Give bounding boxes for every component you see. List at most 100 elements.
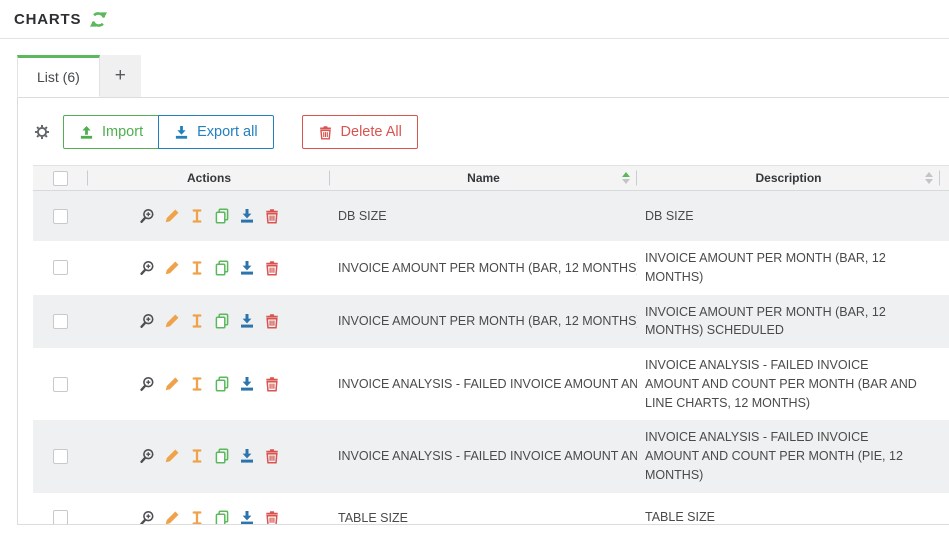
table-row: INVOICE ANALYSIS - FAILED INVOICE AMOUNT… bbox=[33, 348, 949, 420]
edit-pencil-icon[interactable] bbox=[164, 448, 180, 464]
duplicate-copy-icon[interactable] bbox=[214, 510, 230, 526]
chart-description: INVOICE AMOUNT PER MONTH (BAR, 12 MONTHS… bbox=[637, 241, 940, 295]
row-checkbox[interactable] bbox=[53, 377, 68, 392]
preview-search-plus-icon[interactable] bbox=[139, 376, 155, 392]
upload-icon bbox=[79, 125, 94, 140]
rename-ibeam-icon[interactable] bbox=[189, 510, 205, 526]
import-export-button-group: Import Export all bbox=[63, 115, 274, 149]
chart-name: INVOICE ANALYSIS - FAILED INVOICE AMOUNT… bbox=[330, 359, 637, 409]
download-icon[interactable] bbox=[239, 260, 255, 276]
column-header-extra bbox=[940, 166, 949, 190]
row-checkbox[interactable] bbox=[53, 260, 68, 275]
tab-bar: List (6) + bbox=[17, 55, 949, 97]
edit-pencil-icon[interactable] bbox=[164, 313, 180, 329]
delete-trash-icon[interactable] bbox=[264, 260, 280, 276]
chart-description: INVOICE ANALYSIS - FAILED INVOICE AMOUNT… bbox=[637, 348, 940, 420]
row-actions bbox=[88, 243, 330, 293]
page-header: CHARTS bbox=[0, 0, 949, 39]
delete-all-button-label: Delete All bbox=[341, 124, 402, 140]
import-button[interactable]: Import bbox=[63, 115, 159, 149]
duplicate-copy-icon[interactable] bbox=[214, 260, 230, 276]
column-header-name[interactable]: Name bbox=[330, 166, 637, 190]
select-all-checkbox[interactable] bbox=[53, 171, 68, 186]
download-icon[interactable] bbox=[239, 376, 255, 392]
rename-ibeam-icon[interactable] bbox=[189, 313, 205, 329]
delete-trash-icon[interactable] bbox=[264, 448, 280, 464]
caret-down-icon bbox=[925, 179, 933, 184]
preview-search-plus-icon[interactable] bbox=[139, 448, 155, 464]
column-header-description[interactable]: Description bbox=[637, 166, 940, 190]
delete-trash-icon[interactable] bbox=[264, 313, 280, 329]
edit-pencil-icon[interactable] bbox=[164, 260, 180, 276]
table-header-row: Actions Name Description bbox=[33, 165, 949, 191]
page-title: CHARTS bbox=[14, 11, 81, 28]
table-row: INVOICE ANALYSIS - FAILED INVOICE AMOUNT… bbox=[33, 420, 949, 492]
download-icon[interactable] bbox=[239, 448, 255, 464]
charts-table: Actions Name Description bbox=[33, 165, 949, 525]
refresh-icon[interactable] bbox=[90, 11, 107, 28]
edit-pencil-icon[interactable] bbox=[164, 510, 180, 526]
chart-name: INVOICE ANALYSIS - FAILED INVOICE AMOUNT… bbox=[330, 431, 637, 481]
delete-trash-icon[interactable] bbox=[264, 510, 280, 526]
rename-ibeam-icon[interactable] bbox=[189, 448, 205, 464]
edit-pencil-icon[interactable] bbox=[164, 376, 180, 392]
rename-ibeam-icon[interactable] bbox=[189, 208, 205, 224]
caret-down-icon bbox=[622, 179, 630, 184]
chart-name: DB SIZE bbox=[330, 191, 637, 241]
table-row: DB SIZE DB SIZE bbox=[33, 191, 949, 241]
trash-icon bbox=[318, 125, 333, 140]
row-actions bbox=[88, 296, 330, 346]
preview-search-plus-icon[interactable] bbox=[139, 510, 155, 526]
rename-ibeam-icon[interactable] bbox=[189, 260, 205, 276]
plus-icon: + bbox=[115, 65, 126, 87]
download-icon[interactable] bbox=[239, 510, 255, 526]
chart-name: TABLE SIZE bbox=[330, 493, 637, 526]
table-row: INVOICE AMOUNT PER MONTH (BAR, 12 MONTHS… bbox=[33, 295, 949, 349]
download-icon bbox=[174, 125, 189, 140]
chart-description: DB SIZE bbox=[637, 191, 940, 241]
delete-all-button[interactable]: Delete All bbox=[302, 115, 418, 149]
row-actions bbox=[88, 359, 330, 409]
chart-description: INVOICE AMOUNT PER MONTH (BAR, 12 MONTHS… bbox=[637, 295, 940, 349]
table-body: DB SIZE DB SIZE INVOICE AMOUNT PER MONTH… bbox=[33, 191, 949, 525]
preview-search-plus-icon[interactable] bbox=[139, 260, 155, 276]
column-header-actions[interactable]: Actions bbox=[88, 166, 330, 190]
settings-gear-icon[interactable] bbox=[34, 124, 50, 140]
rename-ibeam-icon[interactable] bbox=[189, 376, 205, 392]
row-actions bbox=[88, 191, 330, 241]
row-checkbox[interactable] bbox=[53, 314, 68, 329]
chart-name: INVOICE AMOUNT PER MONTH (BAR, 12 MONTHS… bbox=[330, 296, 637, 346]
row-checkbox[interactable] bbox=[53, 209, 68, 224]
duplicate-copy-icon[interactable] bbox=[214, 448, 230, 464]
chart-description: TABLE SIZE bbox=[637, 493, 940, 526]
edit-pencil-icon[interactable] bbox=[164, 208, 180, 224]
row-actions bbox=[88, 493, 330, 526]
duplicate-copy-icon[interactable] bbox=[214, 376, 230, 392]
table-row: TABLE SIZE TABLE SIZE bbox=[33, 493, 949, 526]
duplicate-copy-icon[interactable] bbox=[214, 208, 230, 224]
export-all-button-label: Export all bbox=[197, 124, 257, 140]
caret-up-icon bbox=[622, 172, 630, 177]
tab-list[interactable]: List (6) bbox=[17, 55, 100, 97]
row-checkbox[interactable] bbox=[53, 449, 68, 464]
delete-trash-icon[interactable] bbox=[264, 208, 280, 224]
duplicate-copy-icon[interactable] bbox=[214, 313, 230, 329]
row-checkbox[interactable] bbox=[53, 510, 68, 525]
caret-up-icon bbox=[925, 172, 933, 177]
table-row: INVOICE AMOUNT PER MONTH (BAR, 12 MONTHS… bbox=[33, 241, 949, 295]
row-actions bbox=[88, 431, 330, 481]
sort-icon-name[interactable] bbox=[622, 172, 630, 184]
chart-name: INVOICE AMOUNT PER MONTH (BAR, 12 MONTHS… bbox=[330, 243, 637, 293]
select-all-header-cell bbox=[33, 166, 88, 190]
export-all-button[interactable]: Export all bbox=[158, 115, 273, 149]
download-icon[interactable] bbox=[239, 208, 255, 224]
tab-list-label: List (6) bbox=[37, 69, 80, 85]
preview-search-plus-icon[interactable] bbox=[139, 313, 155, 329]
preview-search-plus-icon[interactable] bbox=[139, 208, 155, 224]
import-button-label: Import bbox=[102, 124, 143, 140]
toolbar: Import Export all Delete All bbox=[18, 98, 949, 165]
delete-trash-icon[interactable] bbox=[264, 376, 280, 392]
download-icon[interactable] bbox=[239, 313, 255, 329]
sort-icon-description[interactable] bbox=[925, 172, 933, 184]
tab-add[interactable]: + bbox=[100, 55, 141, 97]
